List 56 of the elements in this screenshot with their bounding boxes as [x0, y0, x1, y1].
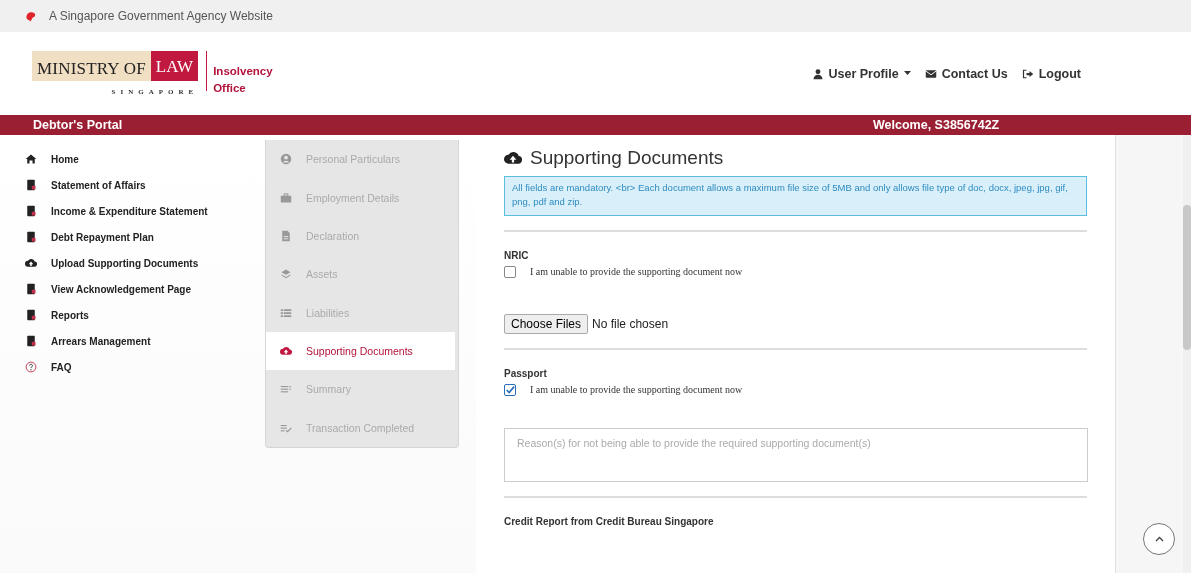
checkbox-label: I am unable to provide the supporting document now: [530, 266, 743, 277]
cloud-upload-icon: [280, 345, 292, 358]
sidebar-item[interactable]: Reports: [25, 302, 250, 328]
document-icon: [25, 231, 37, 243]
cloud-upload-icon: [25, 257, 37, 269]
cloud-upload-icon: [504, 149, 522, 167]
document-icon: [25, 309, 37, 321]
sidebar-item[interactable]: View Acknowledgement Page: [25, 276, 250, 302]
chevron-up-icon: [1154, 536, 1164, 542]
document-icon: [25, 205, 37, 217]
logo-law-text: LAW: [150, 50, 199, 81]
document-icon: [25, 179, 37, 191]
caret-icon: [903, 71, 911, 76]
wizard-step[interactable]: Supporting Documents: [266, 331, 455, 371]
envelope-icon: [924, 67, 937, 80]
checkbox[interactable]: [504, 265, 516, 278]
document-icon: [25, 283, 37, 295]
office-name-text: Insolvency: [213, 63, 273, 79]
layers-icon: [280, 268, 292, 281]
sidebar-item[interactable]: Income & Expenditure Statement: [25, 198, 250, 224]
scrollbar[interactable]: [1183, 135, 1191, 573]
logo-ministry-text: MINISTRY OF: [32, 50, 151, 81]
reason-field[interactable]: Reason(s) for not being able to provide the required supporting document(s): [504, 427, 1088, 482]
contact-link[interactable]: Contact Us: [924, 66, 1008, 81]
document-label: Credit Report from Credit Bureau Singapore: [504, 515, 715, 527]
briefcase-icon: [280, 191, 292, 204]
sidebar-item[interactable]: Arrears Management: [25, 328, 250, 354]
portal-title: Debtor's Portal: [33, 118, 124, 132]
checkbox[interactable]: [504, 383, 516, 396]
document-label: Passport: [504, 367, 548, 379]
help-icon: [25, 361, 37, 373]
info-notice: All fields are mandatory. <br> Each document allows a maximum file size of 5MB and only allows file type of doc, docx, jpeg, jpg, gif, png, pdf and zip.: [504, 176, 1087, 216]
choose-files-button[interactable]: Choose Files: [504, 313, 589, 334]
file-icon: [280, 229, 292, 242]
file-status-text: No file chosen: [592, 316, 669, 331]
user-profile-menu[interactable]: User Profile: [811, 66, 911, 81]
list-icon: [280, 306, 292, 319]
back-to-top-button[interactable]: [1143, 523, 1175, 555]
checkbox-label: I am unable to provide the supporting document now: [530, 384, 743, 395]
masthead-text: A Singapore Government Agency Website: [49, 9, 273, 23]
page-title: Supporting Documents: [530, 147, 724, 169]
home-icon: [25, 153, 37, 165]
welcome-text: Welcome, S3856742Z: [873, 118, 1000, 132]
sidebar-item[interactable]: Home: [25, 146, 250, 172]
sidebar-item[interactable]: Debt Repayment Plan: [25, 224, 250, 250]
document-icon: [25, 335, 37, 347]
document-label: NRIC: [504, 249, 530, 261]
logout-icon: [1021, 67, 1034, 80]
logout-link[interactable]: Logout: [1021, 66, 1081, 81]
user-icon: [811, 67, 824, 80]
user-circle-icon: [280, 153, 292, 166]
sidebar-item[interactable]: FAQ: [25, 354, 250, 380]
sidebar-item[interactable]: Upload Supporting Documents: [25, 250, 250, 276]
sidebar-item[interactable]: Statement of Affairs: [25, 172, 250, 198]
lion-head-icon: [24, 9, 37, 23]
office-name-text: Office: [213, 80, 247, 96]
